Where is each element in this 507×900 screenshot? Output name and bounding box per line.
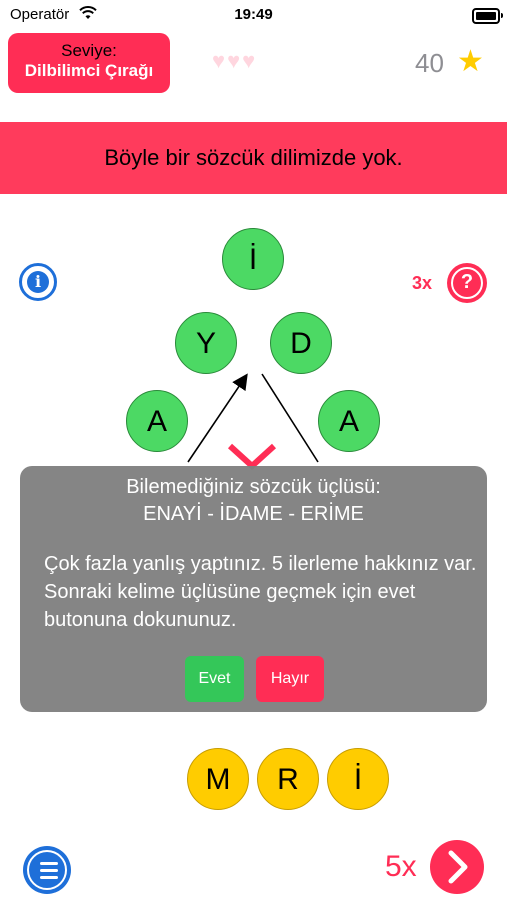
dialog-title: Bilemediğiniz sözcük üçlüsü:: [126, 476, 381, 498]
dialog-message: Çok fazla yanlış yaptınız. 5 ilerleme ha…: [44, 553, 477, 631]
left-edge-letter-2: A: [126, 390, 188, 452]
dialog-words: ENAYİ - İDAME - ERİME: [143, 503, 364, 525]
right-edge-letter-1: D: [270, 312, 332, 374]
pool-letter-1[interactable]: M: [187, 748, 249, 810]
skip-count: 5x: [385, 850, 417, 883]
pool-letter-2[interactable]: R: [257, 748, 319, 810]
triangle-arrows: [187, 373, 319, 471]
chevron-right-icon: [448, 850, 468, 884]
pool-letter-3[interactable]: İ: [327, 748, 389, 810]
right-edge-letter-2: A: [318, 390, 380, 452]
menu-button[interactable]: [23, 846, 71, 894]
triangle-top-letter: İ: [222, 228, 284, 290]
menu-icon: [27, 850, 67, 890]
wrong-mark-icon: [227, 443, 277, 471]
left-edge-letter-1: Y: [175, 312, 237, 374]
result-dialog: Bilemediğiniz sözcük üçlüsü: ENAYİ - İDA…: [20, 466, 487, 712]
no-button[interactable]: Hayır: [256, 656, 324, 702]
next-button[interactable]: [430, 840, 484, 894]
yes-button[interactable]: Evet: [185, 656, 244, 702]
